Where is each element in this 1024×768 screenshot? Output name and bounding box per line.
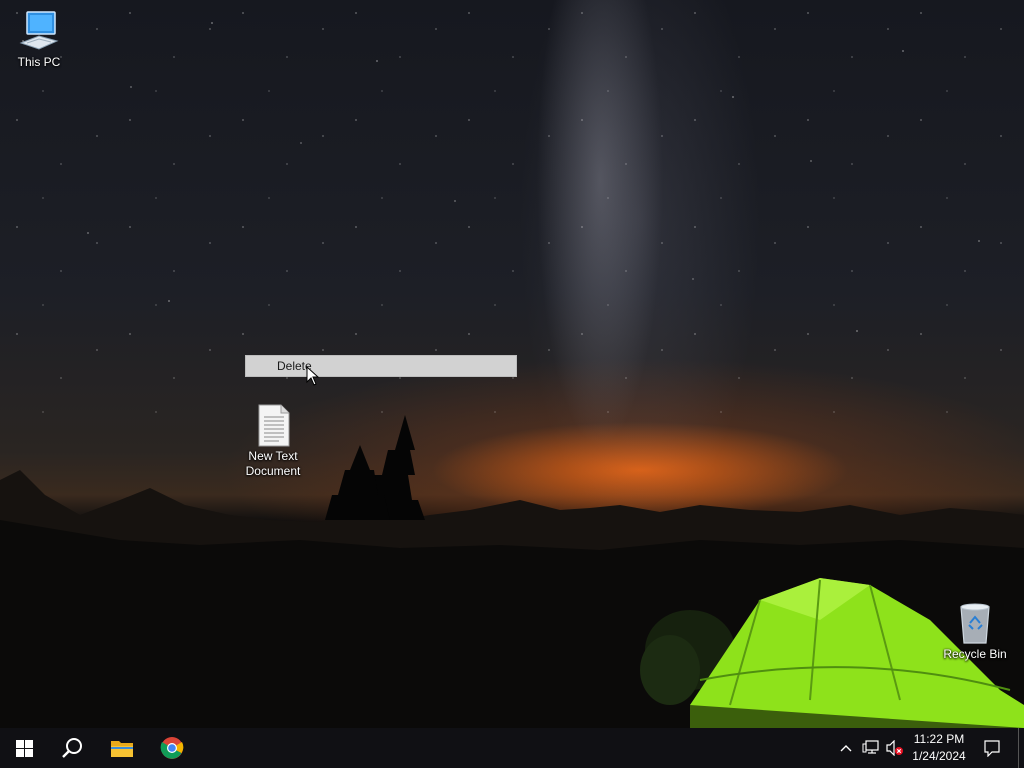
recycle-bin-icon [960,603,990,644]
clock-date: 1/24/2024 [912,749,966,763]
show-desktop-divider[interactable] [1018,728,1019,768]
desktop-icon-label: Recycle Bin [943,647,1007,661]
network-icon[interactable] [862,740,880,756]
clock-time: 11:22 PM [913,732,965,746]
search-icon [62,738,82,758]
file-explorer-button[interactable] [98,728,146,768]
notification-icon[interactable] [983,739,1001,757]
windows-start-icon [15,739,33,757]
desktop-icon-new-text-document[interactable]: New Text Document [235,403,311,479]
clock[interactable]: 11:22 PM 1/24/2024 [904,731,974,765]
desktop-icon-this-pc[interactable]: This PC [1,9,77,70]
folder-icon [111,741,133,757]
context-menu-delete-item[interactable]: Delete [245,355,517,377]
chrome-icon [160,737,184,759]
desktop-icon-label: New Text Document [245,449,301,478]
taskbar: 11:22 PM 1/24/2024 [0,728,1024,768]
search-button[interactable] [48,728,96,768]
computer-icon [19,11,59,50]
speaker-muted-icon[interactable] [885,740,905,756]
text-file-icon [258,404,290,447]
desktop-icon-label: This PC [17,55,61,69]
chevron-up-icon[interactable] [839,742,853,754]
desktop-icon-recycle-bin[interactable]: Recycle Bin [937,601,1013,662]
chrome-button[interactable] [148,728,196,768]
start-button[interactable] [0,728,48,768]
mouse-cursor-icon [306,366,320,386]
desktop-background: This PC Delete New Text Document Recycle… [0,0,1024,728]
